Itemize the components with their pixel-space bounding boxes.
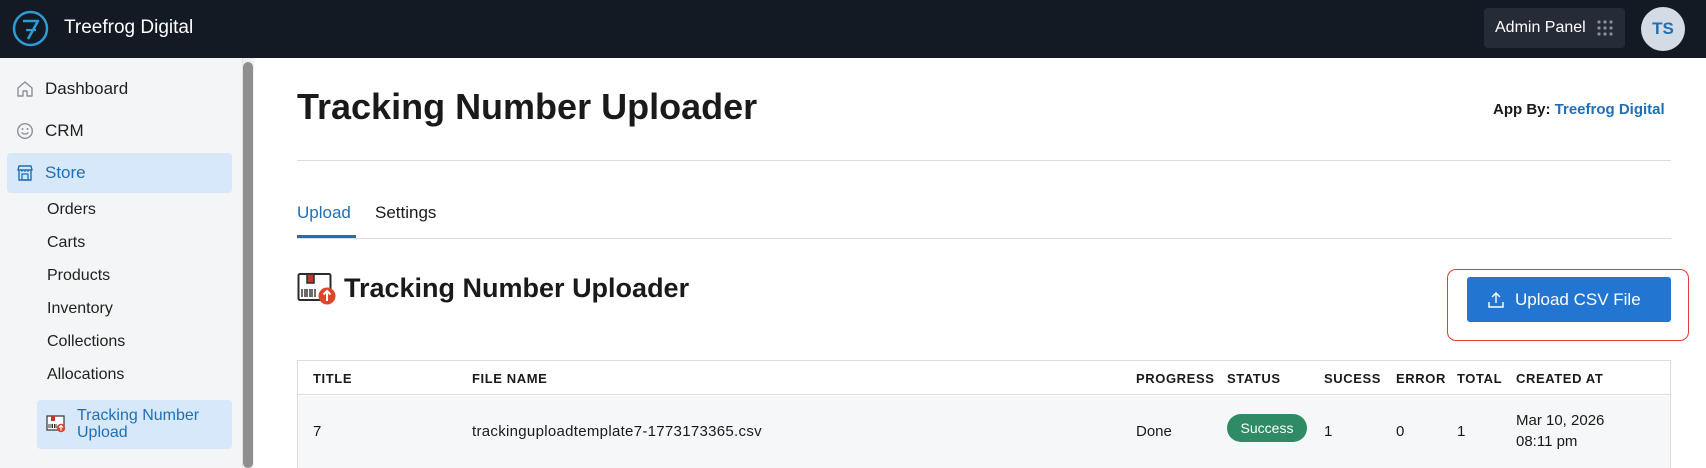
sidebar-item-crm[interactable]: CRM — [7, 111, 232, 151]
column-header-status[interactable]: STATUS — [1227, 371, 1281, 386]
cell-success-count: 1 — [1324, 423, 1333, 440]
upload-icon — [1488, 292, 1504, 308]
sidebar-item-store[interactable]: Store — [7, 153, 232, 193]
treefrog-logo-icon[interactable] — [12, 10, 49, 47]
tab-settings[interactable]: Settings — [375, 203, 436, 223]
tracking-uploader-icon — [297, 273, 336, 305]
sidebar: Dashboard CRM Store Orders Carts Product… — [0, 58, 242, 468]
sidebar-scrollbar-thumb[interactable] — [243, 62, 253, 468]
cell-progress: Done — [1136, 423, 1172, 440]
brand-name[interactable]: Treefrog Digital — [64, 17, 193, 39]
column-header-created-at[interactable]: CREATED AT — [1516, 371, 1603, 386]
app-by: App By: Treefrog Digital — [1493, 101, 1665, 118]
column-header-success[interactable]: SUCESS — [1324, 371, 1381, 386]
user-avatar[interactable]: TS — [1641, 7, 1685, 51]
sidebar-item-label: CRM — [45, 121, 84, 140]
sidebar-item-dashboard[interactable]: Dashboard — [7, 69, 232, 109]
grid-dots-icon — [1597, 20, 1613, 36]
cell-error-count: 0 — [1396, 423, 1405, 440]
sidebar-subitem-products[interactable]: Products — [47, 267, 110, 285]
page-title: Tracking Number Uploader — [297, 86, 758, 127]
tabs-divider — [297, 238, 1671, 239]
admin-panel-label: Admin Panel — [1495, 19, 1586, 36]
column-header-total[interactable]: TOTAL — [1457, 371, 1502, 386]
top-bar: Treefrog Digital Admin Panel TS — [0, 0, 1706, 58]
storefront-icon — [17, 165, 33, 181]
status-badge: Success — [1227, 414, 1307, 442]
sidebar-subitem-orders[interactable]: Orders — [47, 201, 96, 219]
sidebar-subitem-carts[interactable]: Carts — [47, 234, 85, 252]
home-icon — [17, 81, 33, 97]
column-header-title[interactable]: TITLE — [313, 371, 352, 386]
cell-file-name: trackinguploadtemplate7-1773173365.csv — [472, 423, 762, 440]
cell-title: 7 — [313, 423, 322, 440]
cell-created-time: 08:11 pm — [1516, 433, 1578, 450]
app-by-label: App By: — [1493, 101, 1551, 118]
sidebar-subitem-tracking-number-upload[interactable]: Tracking Number Upload — [37, 400, 232, 449]
column-header-error[interactable]: ERROR — [1396, 371, 1446, 386]
tracking-uploader-icon — [46, 415, 66, 433]
sidebar-item-label: Store — [45, 163, 86, 182]
header-divider — [297, 160, 1671, 161]
app-by-link[interactable]: Treefrog Digital — [1555, 101, 1665, 118]
smiley-icon — [16, 122, 34, 140]
column-header-file-name[interactable]: FILE NAME — [472, 371, 547, 386]
sidebar-item-label: Dashboard — [45, 79, 129, 98]
admin-panel-button[interactable]: Admin Panel — [1484, 8, 1625, 48]
section-title: Tracking Number Uploader — [344, 273, 690, 303]
uploads-table: TITLE FILE NAME PROGRESS STATUS SUCESS E… — [297, 360, 1671, 468]
sidebar-subitem-allocations[interactable]: Allocations — [47, 366, 124, 384]
tab-upload[interactable]: Upload — [297, 203, 351, 223]
column-header-progress[interactable]: PROGRESS — [1136, 371, 1214, 386]
upload-csv-button[interactable]: Upload CSV File — [1467, 277, 1671, 322]
cell-created-date: Mar 10, 2026 — [1516, 412, 1605, 429]
table-header: TITLE FILE NAME PROGRESS STATUS SUCESS E… — [298, 361, 1670, 395]
sidebar-item-label: Tracking Number Upload — [77, 407, 200, 441]
cell-total-count: 1 — [1457, 423, 1466, 440]
upload-csv-button-label: Upload CSV File — [1515, 290, 1641, 309]
table-row[interactable]: 7 trackinguploadtemplate7-1773173365.csv… — [298, 396, 1670, 468]
sidebar-subitem-collections[interactable]: Collections — [47, 333, 125, 351]
sidebar-subitem-inventory[interactable]: Inventory — [47, 300, 113, 318]
